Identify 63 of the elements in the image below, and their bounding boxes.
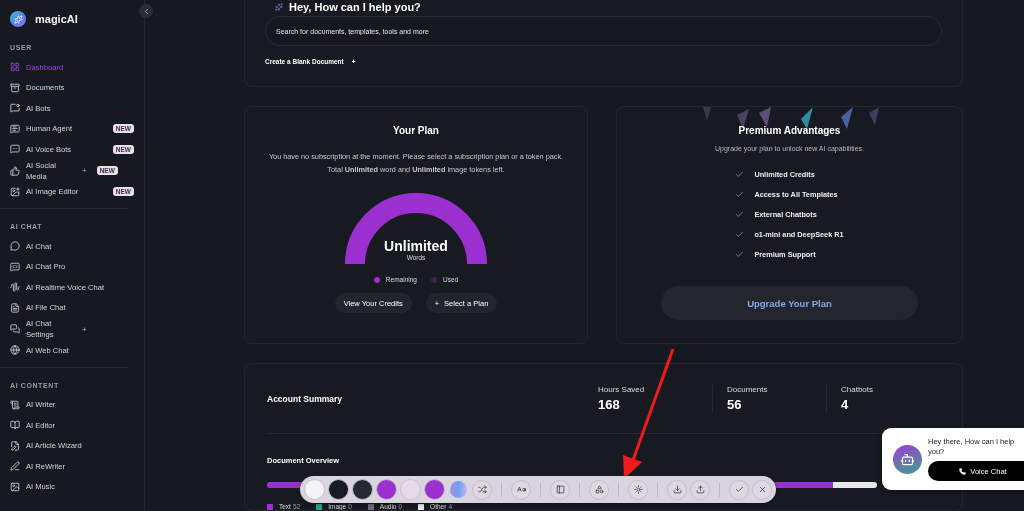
pencil-icon (10, 461, 20, 472)
gradient-swatch[interactable] (450, 481, 467, 498)
logo-icon (10, 11, 26, 27)
waveform-icon (10, 282, 20, 293)
shuffle-button[interactable] (472, 479, 492, 500)
brand-name: magicAI (35, 13, 78, 25)
shapes-icon (594, 485, 604, 494)
text-case-icon (516, 485, 526, 494)
color-swatch[interactable] (400, 479, 421, 500)
chat-bubble-icon (10, 261, 20, 272)
gauge-value: Unlimited (384, 239, 448, 254)
sun-icon (633, 485, 643, 494)
document-icon (10, 440, 20, 451)
card-title: Your Plan (393, 125, 439, 136)
upload-icon (695, 485, 705, 494)
check-icon (734, 485, 744, 494)
collapse-button[interactable] (139, 4, 153, 18)
sidebar-panel-icon (555, 485, 565, 494)
stat-value: 168 (598, 397, 621, 412)
color-swatch[interactable] (376, 479, 397, 500)
bot-icon (893, 444, 922, 474)
close-icon (757, 485, 767, 494)
chat-bubbles-icon (10, 324, 20, 334)
stat-value: 56 (727, 397, 743, 412)
phone-icon (959, 467, 967, 475)
close-button[interactable] (752, 479, 772, 500)
grid-icon (10, 62, 20, 73)
text-case-button[interactable] (511, 479, 531, 500)
download-icon (672, 485, 682, 494)
sun-button[interactable] (628, 479, 648, 500)
chat-bubble-icon (10, 241, 20, 252)
sparkle-icon (275, 3, 283, 11)
upgrade-button[interactable]: Upgrade Your Plan (661, 286, 918, 320)
color-swatch[interactable] (304, 479, 325, 500)
card-title: Premium Advantages (738, 125, 841, 136)
chat-bubble-icon (10, 144, 20, 155)
image-icon (10, 481, 20, 492)
globe-icon (10, 345, 20, 356)
thumbs-up-icon (10, 165, 20, 176)
stat-value: 4 (841, 397, 850, 412)
archive-icon (10, 82, 20, 93)
color-swatch[interactable] (352, 479, 373, 500)
book-icon (10, 420, 20, 431)
check-button[interactable] (729, 479, 749, 500)
greeting-text: Hey, How can I help you? (289, 1, 421, 13)
document-icon (10, 399, 20, 410)
stat-label: Chatbots (841, 385, 875, 394)
download-button[interactable] (667, 479, 687, 500)
expand-toggle[interactable]: + (82, 166, 87, 175)
sidebar-panel-button[interactable] (550, 479, 570, 500)
chat-bubble-icon (10, 103, 20, 114)
card-title: Account Summary (267, 393, 344, 404)
upload-button[interactable] (690, 479, 710, 500)
color-swatch[interactable] (424, 479, 445, 500)
stat-label: Hours Saved (598, 385, 646, 394)
document-icon (10, 302, 20, 313)
expand-toggle[interactable]: + (82, 324, 87, 334)
image-icon (10, 186, 20, 197)
shapes-button[interactable] (589, 479, 609, 500)
color-swatch[interactable] (328, 479, 349, 500)
stat-label: Documents (727, 385, 769, 394)
shuffle-icon (477, 485, 487, 494)
chat-bubble-icon (10, 123, 20, 134)
